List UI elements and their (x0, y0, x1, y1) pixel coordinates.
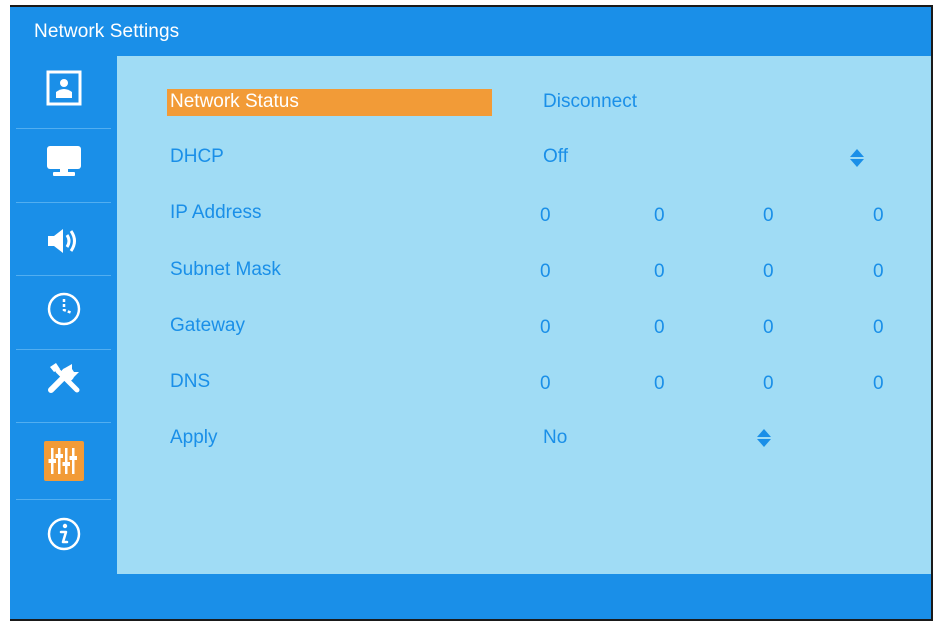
dhcp-updown-icon[interactable] (849, 148, 865, 173)
dns-octet-1[interactable]: 0 (540, 373, 551, 395)
sidebar-item-information[interactable] (10, 502, 117, 566)
subnet-mask-label[interactable]: Subnet Mask (170, 259, 281, 281)
sidebar-item-timer[interactable] (10, 277, 117, 341)
sidebar-divider (16, 275, 111, 276)
subnet-octet-3[interactable]: 0 (763, 261, 774, 283)
subnet-octet-1[interactable]: 0 (540, 261, 551, 283)
network-status-label: Network Status (170, 91, 299, 112)
gateway-octet-4[interactable]: 0 (873, 317, 884, 339)
network-status-row[interactable]: Network Status (167, 89, 492, 116)
network-status-value: Disconnect (543, 91, 637, 112)
dns-octet-4[interactable]: 0 (873, 373, 884, 395)
sidebar-item-setup[interactable] (10, 345, 117, 409)
sidebar-item-picture[interactable] (10, 56, 117, 120)
dhcp-value[interactable]: Off (543, 146, 568, 168)
info-icon (44, 514, 84, 554)
sidebar-divider (16, 422, 111, 423)
sidebar-item-display[interactable] (10, 129, 117, 193)
tools-icon (44, 357, 84, 397)
dns-octet-3[interactable]: 0 (763, 373, 774, 395)
monitor-icon (44, 141, 84, 181)
clock-icon (44, 289, 84, 329)
dns-label[interactable]: DNS (170, 371, 210, 393)
apply-label[interactable]: Apply (170, 427, 218, 449)
gateway-octet-2[interactable]: 0 (654, 317, 665, 339)
ip-address-label[interactable]: IP Address (170, 202, 262, 224)
osd-footer (10, 574, 931, 619)
sidebar-item-network[interactable] (10, 429, 117, 493)
dhcp-label[interactable]: DHCP (170, 146, 224, 168)
sidebar-active-highlight (43, 441, 84, 481)
gateway-label[interactable]: Gateway (170, 315, 245, 337)
sidebar (10, 56, 117, 574)
ip-octet-4[interactable]: 0 (873, 205, 884, 227)
gateway-octet-1[interactable]: 0 (540, 317, 551, 339)
speaker-icon (44, 221, 84, 261)
dns-octet-2[interactable]: 0 (654, 373, 665, 395)
ip-octet-1[interactable]: 0 (540, 205, 551, 227)
sidebar-divider (16, 499, 111, 500)
apply-updown-icon[interactable] (756, 428, 772, 453)
ip-octet-2[interactable]: 0 (654, 205, 665, 227)
sidebar-item-audio[interactable] (10, 209, 117, 273)
sidebar-divider (16, 202, 111, 203)
picture-icon (44, 68, 84, 108)
sliders-icon (48, 445, 80, 477)
subnet-octet-4[interactable]: 0 (873, 261, 884, 283)
gateway-octet-3[interactable]: 0 (763, 317, 774, 339)
ip-octet-3[interactable]: 0 (763, 205, 774, 227)
osd-header: Network Settings (10, 7, 931, 56)
subnet-octet-2[interactable]: 0 (654, 261, 665, 283)
page-title: Network Settings (34, 21, 180, 42)
apply-value[interactable]: No (543, 427, 567, 449)
